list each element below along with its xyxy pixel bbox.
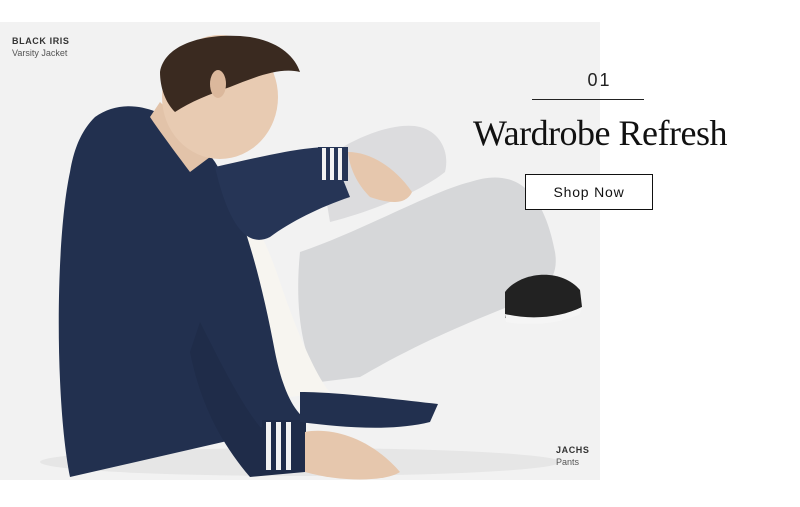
product-name: Pants [556, 456, 580, 467]
shop-now-button[interactable]: Shop Now [525, 174, 653, 210]
product-name: Varsity Jacket [12, 47, 68, 58]
divider [532, 99, 644, 100]
promo-title: Wardrobe Refresh [473, 113, 727, 153]
promo-panel: 01 Wardrobe Refresh Shop Now [440, 70, 760, 210]
slide-number: 01 [587, 70, 612, 90]
product-brand: JACHS [556, 445, 590, 455]
product-brand: BLACK IRIS [12, 36, 70, 46]
product-tag-pants[interactable]: JACHS Pants [556, 445, 590, 468]
product-tag-jacket[interactable]: BLACK IRIS Varsity Jacket [12, 36, 70, 59]
